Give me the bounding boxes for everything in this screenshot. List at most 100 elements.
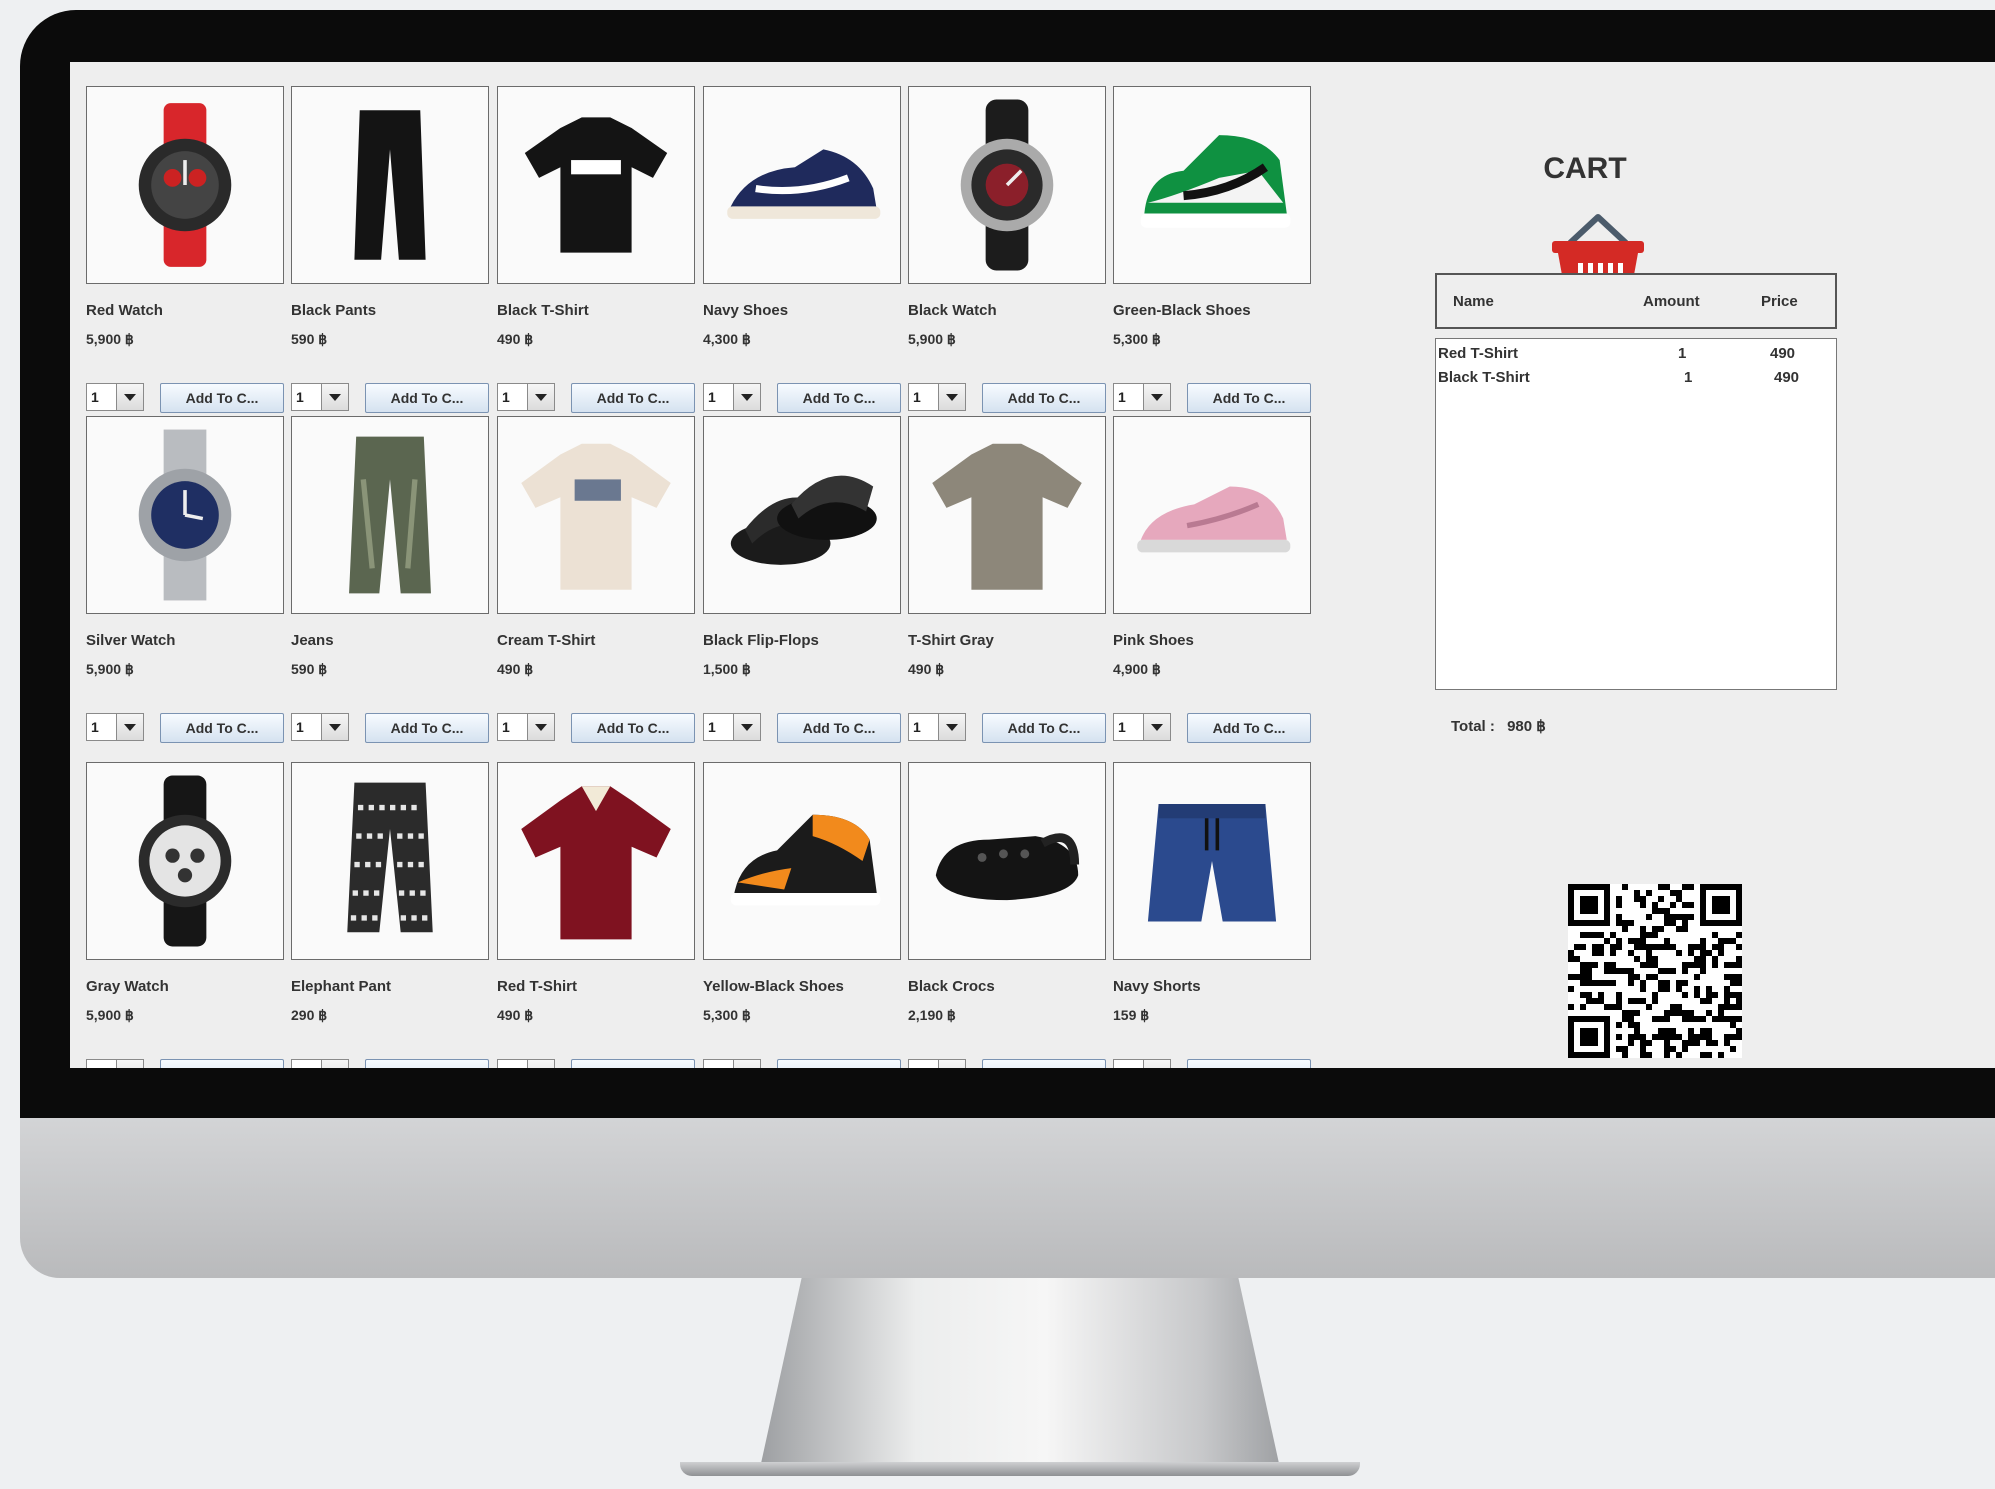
cart-item-name: Red T-Shirt bbox=[1438, 345, 1519, 362]
quantity-select[interactable]: 1 bbox=[497, 713, 555, 741]
add-to-cart-button[interactable]: Add To C... bbox=[365, 713, 489, 743]
quantity-select[interactable]: 1 bbox=[703, 713, 761, 741]
product-card: Black T-Shirt 490 ฿ 1 Add To C... bbox=[497, 86, 695, 413]
product-card: Yellow-Black Shoes 5,300 ฿ 1 Add To C... bbox=[703, 762, 901, 1068]
chevron-down-icon[interactable] bbox=[733, 714, 760, 740]
chevron-down-icon[interactable] bbox=[321, 1060, 348, 1068]
quantity-select[interactable]: 1 bbox=[703, 383, 761, 411]
quantity-select[interactable]: 1 bbox=[1113, 383, 1171, 411]
quantity-select[interactable]: 1 bbox=[908, 1059, 966, 1068]
add-to-cart-button[interactable]: Add To C... bbox=[777, 383, 901, 413]
add-to-cart-button[interactable]: Add To C... bbox=[777, 713, 901, 743]
chevron-down-icon[interactable] bbox=[527, 714, 554, 740]
product-price: 590 ฿ bbox=[291, 661, 328, 677]
column-name: Name bbox=[1453, 293, 1494, 310]
add-to-cart-button[interactable]: Add To C... bbox=[365, 1059, 489, 1068]
add-to-cart-button[interactable]: Add To C... bbox=[1187, 383, 1311, 413]
add-to-cart-button[interactable]: Add To C... bbox=[571, 713, 695, 743]
quantity-value: 1 bbox=[91, 1065, 99, 1068]
chevron-down-icon[interactable] bbox=[116, 714, 143, 740]
chevron-down-icon[interactable] bbox=[527, 1060, 554, 1068]
green-black-shoes-icon bbox=[1140, 135, 1291, 228]
quantity-value: 1 bbox=[1118, 389, 1126, 405]
monitor-stand bbox=[760, 1278, 1280, 1468]
chevron-down-icon[interactable] bbox=[733, 384, 760, 410]
add-to-cart-button[interactable]: Add To C... bbox=[982, 713, 1106, 743]
chevron-down-icon[interactable] bbox=[733, 1060, 760, 1068]
quantity-select[interactable]: 1 bbox=[703, 1059, 761, 1068]
cart-row[interactable]: Red T-Shirt 1 490 bbox=[1436, 343, 1836, 365]
product-price: 4,300 ฿ bbox=[703, 331, 751, 347]
quantity-value: 1 bbox=[502, 719, 510, 735]
quantity-select[interactable]: 1 bbox=[291, 383, 349, 411]
product-image bbox=[291, 416, 489, 614]
chevron-down-icon[interactable] bbox=[321, 714, 348, 740]
total-value: 980 ฿ bbox=[1507, 718, 1546, 735]
add-to-cart-button[interactable]: Add To C... bbox=[160, 1059, 284, 1068]
add-to-cart-button[interactable]: Add To C... bbox=[1187, 713, 1311, 743]
product-image bbox=[1113, 86, 1311, 284]
quantity-select[interactable]: 1 bbox=[908, 713, 966, 741]
product-card: Pink Shoes 4,900 ฿ 1 Add To C... bbox=[1113, 416, 1311, 743]
quantity-select[interactable]: 1 bbox=[908, 383, 966, 411]
product-price: 490 ฿ bbox=[497, 661, 534, 677]
product-name: T-Shirt Gray bbox=[908, 632, 994, 649]
gray-tshirt-icon bbox=[932, 443, 1082, 590]
product-price: 290 ฿ bbox=[291, 1007, 328, 1023]
quantity-select[interactable]: 1 bbox=[497, 1059, 555, 1068]
product-card: Navy Shorts 159 ฿ 1 Add To C... bbox=[1113, 762, 1311, 1068]
product-name: Pink Shoes bbox=[1113, 632, 1194, 649]
quantity-select[interactable]: 1 bbox=[86, 713, 144, 741]
chevron-down-icon[interactable] bbox=[938, 384, 965, 410]
cart-title: CART bbox=[1543, 152, 1627, 185]
chevron-down-icon[interactable] bbox=[1143, 1060, 1170, 1068]
product-image bbox=[1113, 762, 1311, 960]
chevron-down-icon[interactable] bbox=[321, 384, 348, 410]
add-to-cart-button[interactable]: Add To C... bbox=[365, 383, 489, 413]
product-price: 5,300 ฿ bbox=[1113, 331, 1161, 347]
quantity-select[interactable]: 1 bbox=[86, 383, 144, 411]
quantity-select[interactable]: 1 bbox=[291, 713, 349, 741]
quantity-select[interactable]: 1 bbox=[86, 1059, 144, 1068]
product-name: Silver Watch bbox=[86, 632, 176, 649]
product-image bbox=[703, 86, 901, 284]
add-to-cart-button[interactable]: Add To C... bbox=[160, 713, 284, 743]
chevron-down-icon[interactable] bbox=[1143, 714, 1170, 740]
cart-row[interactable]: Black T-Shirt 1 490 bbox=[1436, 367, 1836, 389]
chevron-down-icon[interactable] bbox=[938, 1060, 965, 1068]
chevron-down-icon[interactable] bbox=[1143, 384, 1170, 410]
elephant-pants-icon bbox=[347, 782, 433, 933]
cart-table-body[interactable]: Red T-Shirt 1 490 Black T-Shirt 1 490 bbox=[1435, 338, 1837, 690]
add-to-cart-button[interactable]: Add To C... bbox=[571, 383, 695, 413]
quantity-select[interactable]: 1 bbox=[1113, 1059, 1171, 1068]
quantity-select[interactable]: 1 bbox=[291, 1059, 349, 1068]
product-name: Yellow-Black Shoes bbox=[703, 978, 844, 995]
quantity-select[interactable]: 1 bbox=[1113, 713, 1171, 741]
quantity-value: 1 bbox=[708, 389, 716, 405]
add-to-cart-button[interactable]: Add To C... bbox=[777, 1059, 901, 1068]
chevron-down-icon[interactable] bbox=[938, 714, 965, 740]
product-card: Elephant Pant 290 ฿ 1 Add To C... bbox=[291, 762, 489, 1068]
quantity-select[interactable]: 1 bbox=[497, 383, 555, 411]
quantity-value: 1 bbox=[1118, 719, 1126, 735]
cart-item-amount: 1 bbox=[1684, 369, 1693, 386]
product-name: Navy Shorts bbox=[1113, 978, 1201, 995]
black-pants-icon bbox=[354, 110, 426, 260]
product-name: Jeans bbox=[291, 632, 334, 649]
product-card: Navy Shoes 4,300 ฿ 1 Add To C... bbox=[703, 86, 901, 413]
add-to-cart-button[interactable]: Add To C... bbox=[982, 1059, 1106, 1068]
product-card: Jeans 590 ฿ 1 Add To C... bbox=[291, 416, 489, 743]
add-to-cart-button[interactable]: Add To C... bbox=[571, 1059, 695, 1068]
add-to-cart-button[interactable]: Add To C... bbox=[1187, 1059, 1311, 1068]
add-to-cart-button[interactable]: Add To C... bbox=[160, 383, 284, 413]
product-price: 159 ฿ bbox=[1113, 1007, 1150, 1023]
chevron-down-icon[interactable] bbox=[527, 384, 554, 410]
product-card: Red Watch 5,900 ฿ 1 Add To C... bbox=[86, 86, 284, 413]
chevron-down-icon[interactable] bbox=[116, 384, 143, 410]
product-card: Silver Watch 5,900 ฿ 1 Add To C... bbox=[86, 416, 284, 743]
quantity-value: 1 bbox=[708, 1065, 716, 1068]
product-price: 590 ฿ bbox=[291, 331, 328, 347]
chevron-down-icon[interactable] bbox=[116, 1060, 143, 1068]
add-to-cart-button[interactable]: Add To C... bbox=[982, 383, 1106, 413]
product-name: Elephant Pant bbox=[291, 978, 392, 995]
